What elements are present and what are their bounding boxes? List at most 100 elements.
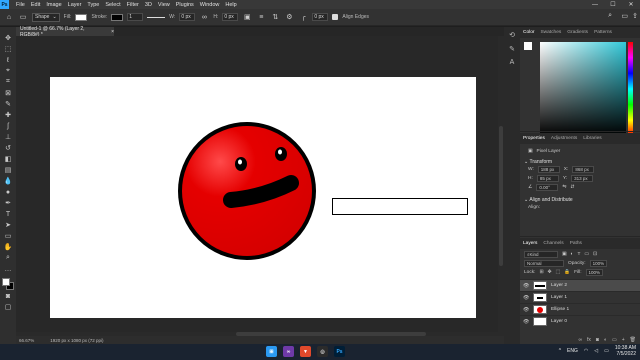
layer-row-layer-2[interactable]: 👁 Layer 2: [520, 279, 640, 291]
photoshop-taskbar-icon[interactable]: Ps: [334, 346, 345, 357]
rectangle-shape[interactable]: [332, 198, 468, 215]
path-selection-tool-icon[interactable]: ➤: [3, 220, 14, 230]
stroke-swatch[interactable]: [111, 13, 124, 21]
delete-layer-icon[interactable]: 🗑: [630, 337, 636, 343]
menu-window[interactable]: Window: [197, 2, 223, 8]
eye-icon[interactable]: 👁: [523, 319, 529, 325]
layer-row-layer-0[interactable]: 👁 Layer 0: [520, 315, 640, 327]
menu-select[interactable]: Select: [102, 2, 123, 8]
gradient-tool-icon[interactable]: ▤: [3, 165, 14, 175]
tab-adjustments[interactable]: Adjustments: [551, 136, 577, 141]
tab-layers[interactable]: Layers: [523, 241, 537, 246]
maximize-button[interactable]: ☐: [604, 0, 622, 9]
chevron-up-icon[interactable]: ^: [559, 348, 561, 354]
lock-position-icon[interactable]: ✥: [548, 270, 552, 275]
new-group-icon[interactable]: ▭: [612, 337, 617, 343]
object-selection-tool-icon[interactable]: ⌖: [3, 66, 14, 76]
path-alignment-icon[interactable]: ≡: [256, 12, 266, 22]
x-prop-field[interactable]: 868 px: [572, 166, 595, 173]
color-picker-field[interactable]: [540, 42, 626, 136]
foreground-color-swatch[interactable]: [2, 278, 10, 286]
frame-tool-icon[interactable]: ⊠: [3, 88, 14, 98]
brush-settings-icon[interactable]: ✎: [509, 45, 515, 53]
zoom-tool-icon[interactable]: ⌕: [3, 253, 14, 263]
height-prop-field[interactable]: 85 px: [536, 175, 559, 182]
pen-tool-icon[interactable]: ✒: [3, 198, 14, 208]
history-panel-icon[interactable]: ⟲: [509, 31, 515, 39]
search-icon[interactable]: ⌕: [608, 12, 612, 20]
flip-horizontal-icon[interactable]: ⇋: [562, 185, 566, 190]
lock-all-icon[interactable]: 🔒: [564, 270, 570, 275]
opacity-field[interactable]: 100%: [589, 260, 608, 267]
lasso-tool-icon[interactable]: ℓ: [3, 55, 14, 65]
menu-file[interactable]: File: [13, 2, 28, 8]
tab-properties[interactable]: Properties: [523, 136, 545, 141]
adjustment-layer-icon[interactable]: ◐: [604, 337, 607, 343]
windows-start-icon[interactable]: ⊞: [266, 346, 277, 357]
kind-filter-select[interactable]: ⌕ Kind: [524, 251, 558, 258]
new-layer-icon[interactable]: +: [622, 337, 625, 343]
healing-brush-tool-icon[interactable]: ✚: [3, 110, 14, 120]
layer-row-layer-1[interactable]: 👁 Layer 1: [520, 291, 640, 303]
layer-style-icon[interactable]: fx: [587, 337, 591, 343]
close-button[interactable]: ✕: [622, 0, 640, 9]
tab-gradients[interactable]: Gradients: [567, 30, 588, 35]
blur-tool-icon[interactable]: 💧: [3, 176, 14, 186]
screen-mode-icon[interactable]: ▢: [3, 302, 14, 312]
add-mask-icon[interactable]: ◙: [596, 337, 599, 343]
hand-tool-icon[interactable]: ✋: [3, 242, 14, 252]
foreground-background-colors[interactable]: [2, 278, 14, 290]
fill-swatch[interactable]: [75, 13, 88, 21]
shape-mode-select[interactable]: Shape ⌄: [32, 12, 60, 22]
stroke-width-field[interactable]: 1: [127, 13, 144, 21]
align-edges-checkbox[interactable]: [332, 14, 339, 20]
tab-swatches[interactable]: Swatches: [540, 30, 561, 35]
language-indicator[interactable]: ENG: [567, 348, 578, 354]
brush-tool-icon[interactable]: ʃ: [3, 121, 14, 131]
link-layers-icon[interactable]: ∞: [578, 337, 582, 343]
layer-row-ellipse-1[interactable]: 👁 Ellipse 1: [520, 303, 640, 315]
workspace-icon[interactable]: ▭: [621, 12, 628, 20]
path-arrangement-icon[interactable]: ⇅: [270, 12, 280, 22]
lock-pixels-icon[interactable]: ⊞: [539, 270, 543, 275]
document-info[interactable]: 1920 px x 1080 px (72 ppi): [50, 338, 103, 343]
crop-tool-icon[interactable]: ⌗: [3, 77, 14, 87]
width-prop-field[interactable]: 188 px: [537, 166, 560, 173]
document-tab[interactable]: Untitled-1 @ 66.7% (Layer 2, RGB/8#) * ×: [16, 26, 114, 38]
tab-libraries[interactable]: Libraries: [583, 136, 601, 141]
rectangle-tool-icon[interactable]: ▭: [3, 231, 14, 241]
volume-icon[interactable]: ◁: [594, 348, 598, 354]
minimize-button[interactable]: —: [586, 0, 604, 9]
marquee-tool-icon[interactable]: ⬚: [3, 44, 14, 54]
height-field[interactable]: 0 px: [222, 13, 239, 21]
home-icon[interactable]: ⌂: [4, 12, 14, 22]
visual-studio-icon[interactable]: ∞: [283, 346, 294, 357]
history-brush-tool-icon[interactable]: ↺: [3, 143, 14, 153]
lock-artboard-icon[interactable]: ⬚: [556, 270, 561, 275]
angle-field[interactable]: 0.00°: [536, 184, 559, 191]
steam-icon[interactable]: ◎: [317, 346, 328, 357]
share-icon[interactable]: ⇪: [632, 12, 638, 20]
menu-help[interactable]: Help: [222, 2, 239, 8]
filter-smart-object-icon[interactable]: ⊡: [593, 252, 597, 257]
fill-opacity-field[interactable]: 100%: [585, 269, 604, 276]
blend-mode-select[interactable]: Normal: [524, 260, 564, 267]
type-tool-icon[interactable]: T: [3, 209, 14, 219]
eye-icon[interactable]: 👁: [523, 283, 529, 289]
battery-icon[interactable]: ▭: [604, 348, 609, 354]
quick-mask-icon[interactable]: ◙: [3, 291, 14, 301]
menu-type[interactable]: Type: [84, 2, 102, 8]
zoom-level[interactable]: 66.67%: [19, 338, 34, 343]
smiley-face-shape[interactable]: [177, 121, 317, 261]
clock[interactable]: 10:38 AM 7/5/2022: [615, 345, 636, 357]
menu-filter[interactable]: Filter: [124, 2, 142, 8]
path-operations-icon[interactable]: ▣: [242, 12, 252, 22]
link-icon[interactable]: ∞: [199, 12, 209, 22]
wifi-icon[interactable]: ◠: [584, 348, 588, 354]
radius-field[interactable]: 0 px: [312, 13, 329, 21]
filter-pixel-icon[interactable]: ▣: [562, 252, 567, 257]
tab-patterns[interactable]: Patterns: [594, 30, 612, 35]
eye-icon[interactable]: 👁: [523, 307, 529, 313]
vertical-scroll-thumb[interactable]: [499, 126, 503, 266]
width-field[interactable]: 0 px: [179, 13, 196, 21]
